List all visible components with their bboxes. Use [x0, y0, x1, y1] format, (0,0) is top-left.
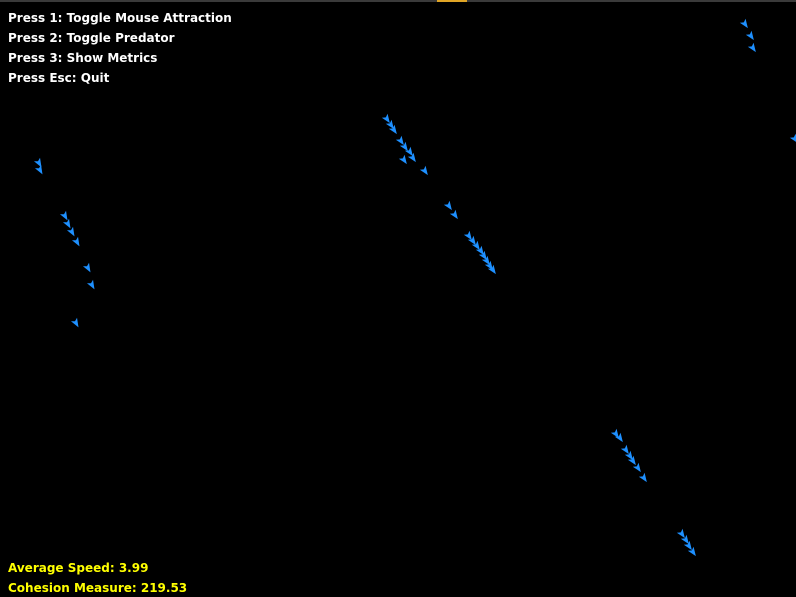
- boid-icon: [632, 462, 641, 473]
- cohesion-measure-readout: Cohesion Measure: 219.53: [8, 581, 188, 595]
- boid-icon: [739, 18, 748, 29]
- boid-icon: [638, 472, 647, 483]
- average-speed-readout: Average Speed: 3.99: [8, 561, 149, 575]
- boid-icon: [745, 30, 754, 41]
- boids-layer: [33, 18, 796, 557]
- control-hint-quit: Press Esc: Quit: [8, 71, 110, 85]
- control-hint-metrics: Press 3: Show Metrics: [8, 51, 158, 65]
- boid-icon: [443, 200, 452, 211]
- boid-icon: [33, 157, 42, 168]
- boid-icon: [71, 236, 80, 247]
- boid-icon: [789, 133, 796, 144]
- boid-icon: [747, 42, 756, 53]
- boid-icon: [62, 218, 71, 229]
- boid-icon: [86, 279, 95, 290]
- boid-icon: [407, 152, 416, 163]
- simulation-canvas[interactable]: Press 1: Toggle Mouse Attraction Press 2…: [0, 0, 796, 597]
- control-hint-mouse-attraction: Press 1: Toggle Mouse Attraction: [8, 11, 232, 25]
- control-hint-predator: Press 2: Toggle Predator: [8, 31, 175, 45]
- boid-icon: [66, 226, 75, 237]
- boid-icon: [70, 317, 79, 328]
- boid-icon: [82, 262, 91, 273]
- boid-icon: [419, 165, 428, 176]
- boid-icon: [398, 154, 407, 165]
- boid-icon: [34, 164, 43, 175]
- boid-icon: [449, 209, 458, 220]
